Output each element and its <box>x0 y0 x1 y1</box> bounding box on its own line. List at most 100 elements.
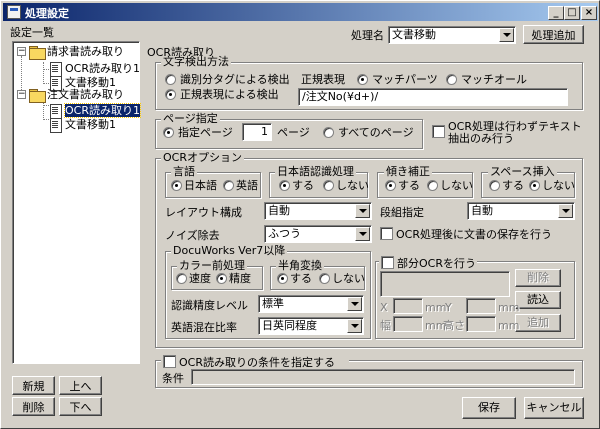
condition-label: 条件 <box>162 372 184 385</box>
english-label: 英語 <box>236 179 258 192</box>
space-do-label: する <box>502 179 524 192</box>
radio-half-dont[interactable] <box>319 273 330 284</box>
radio-space-do[interactable] <box>489 180 500 191</box>
width-label: 幅 <box>380 319 391 332</box>
collapse-toggle-2[interactable]: − <box>17 90 26 99</box>
process-name-select[interactable]: 文書移動 <box>388 26 516 44</box>
condition-checkbox[interactable] <box>163 355 176 368</box>
language-label: 言語 <box>171 165 197 178</box>
down-button[interactable]: 下へ <box>59 397 102 416</box>
radio-jpn-do[interactable] <box>279 180 290 191</box>
text-detect-group-label: 文字検出方法 <box>161 55 231 68</box>
page-group-label: ページ指定 <box>161 112 220 125</box>
tree-node-order[interactable]: 注文書読み取り <box>47 88 124 101</box>
noise-select[interactable]: ふつう <box>264 225 372 243</box>
maximize-button[interactable]: □ <box>564 6 580 20</box>
x-label: X <box>380 301 388 314</box>
chevron-down-icon[interactable] <box>355 227 370 241</box>
jpn-do-label: する <box>292 179 314 192</box>
regex-input[interactable]: /注文No(¥d+)/ <box>298 88 568 106</box>
chevron-down-icon[interactable] <box>499 28 514 42</box>
document-icon <box>47 118 63 133</box>
tilt-label: 傾き補正 <box>384 165 432 178</box>
japanese-label: 日本語 <box>184 179 217 192</box>
radio-regex-detect[interactable] <box>165 89 176 100</box>
chevron-down-icon[interactable] <box>347 297 362 311</box>
english-ratio-select[interactable]: 日英同程度 <box>258 317 364 335</box>
match-all-label: マッチオール <box>461 73 527 86</box>
chevron-down-icon[interactable] <box>355 204 370 218</box>
save-after-ocr-label: OCR処理後に文書の保存を行う <box>396 228 552 241</box>
jpn-dont-label: しない <box>336 179 369 192</box>
radio-tilt-do[interactable] <box>385 180 396 191</box>
radio-half-do[interactable] <box>277 273 288 284</box>
english-ratio-label: 英語混在比率 <box>171 321 237 334</box>
partial-ocr-list[interactable] <box>380 271 510 297</box>
cancel-button[interactable]: キャンセル <box>524 397 584 419</box>
partial-read-button[interactable]: 読込 <box>515 291 561 309</box>
chevron-down-icon[interactable] <box>558 204 573 218</box>
page-unit-label: ページ <box>277 126 310 139</box>
up-button[interactable]: 上へ <box>59 376 102 395</box>
layout-select[interactable]: 自動 <box>264 202 372 220</box>
collapse-toggle-1[interactable]: − <box>17 47 26 56</box>
partial-add-button[interactable]: 追加 <box>515 314 561 332</box>
settings-tree[interactable]: − 請求書読み取り OCR読み取り1 文書移動1 − 注文書読み取り OCR読み… <box>12 41 141 364</box>
separator-detect-label: 識別分タグによる検出 <box>180 73 290 86</box>
condition-input[interactable] <box>191 369 575 385</box>
text-only-label: OCR処理は行わずテキスト抽出のみ行う <box>448 120 582 145</box>
page-number-input[interactable]: 1 <box>242 123 272 141</box>
tree-node-invoice[interactable]: 請求書読み取り <box>47 45 124 58</box>
column-value: 自動 <box>471 204 493 217</box>
title-bar[interactable]: 処理設定 _ □ × <box>3 3 598 21</box>
condition-check-label: OCR読み取りの条件を指定する <box>179 356 335 369</box>
tilt-do-label: する <box>398 179 420 192</box>
radio-japanese[interactable] <box>171 180 182 191</box>
radio-match-parts[interactable] <box>357 74 368 85</box>
width-input[interactable] <box>393 316 423 332</box>
x-input[interactable] <box>393 298 423 314</box>
partial-delete-button[interactable]: 削除 <box>515 269 561 287</box>
partial-ocr-checkbox[interactable] <box>381 256 394 269</box>
save-button[interactable]: 保存 <box>462 397 516 419</box>
settings-window: 処理設定 _ □ × 設定一覧 − 請求書読み取り OCR読み取り1 文書移動1… <box>0 0 600 429</box>
partial-ocr-label: 部分OCRを行う <box>397 257 476 270</box>
radio-color-speed[interactable] <box>176 273 187 284</box>
tree-node-invoice-ocr[interactable]: OCR読み取り1 <box>65 62 140 75</box>
radio-space-dont[interactable] <box>529 180 540 191</box>
y-label: Y <box>445 301 452 314</box>
settings-list-heading: 設定一覧 <box>10 26 54 39</box>
radio-all-pages[interactable] <box>323 127 334 138</box>
new-button[interactable]: 新規 <box>12 376 55 395</box>
radio-english[interactable] <box>223 180 234 191</box>
text-only-checkbox[interactable] <box>432 125 445 138</box>
tree-node-order-ocr-selected[interactable]: OCR読み取り1 <box>64 103 141 118</box>
radio-tilt-dont[interactable] <box>427 180 438 191</box>
radio-specified-page[interactable] <box>163 127 174 138</box>
all-pages-label: すべてのページ <box>338 126 414 139</box>
delete-button[interactable]: 削除 <box>12 397 55 416</box>
minimize-button[interactable]: _ <box>548 6 564 20</box>
close-button[interactable]: × <box>581 6 597 20</box>
half-dont-label: しない <box>332 272 365 285</box>
accuracy-level-select[interactable]: 標準 <box>258 295 364 313</box>
column-select[interactable]: 自動 <box>467 202 575 220</box>
height-input[interactable] <box>466 316 496 332</box>
radio-jpn-dont[interactable] <box>323 180 334 191</box>
english-ratio-value: 日英同程度 <box>262 319 317 332</box>
y-input[interactable] <box>466 298 496 314</box>
height-unit-label: mm <box>498 319 520 332</box>
column-label: 段組指定 <box>380 206 424 219</box>
add-process-button[interactable]: 処理追加 <box>523 25 584 44</box>
radio-match-all[interactable] <box>446 74 457 85</box>
radio-separator-detect[interactable] <box>165 74 176 85</box>
chevron-down-icon[interactable] <box>347 319 362 333</box>
noise-value: ふつう <box>268 227 301 240</box>
radio-color-accuracy[interactable] <box>216 273 227 284</box>
jpn-recognition-label: 日本語認識処理 <box>275 165 356 178</box>
tree-node-order-move[interactable]: 文書移動1 <box>65 118 116 131</box>
x-unit-label: mm <box>425 301 447 314</box>
save-after-ocr-checkbox[interactable] <box>380 227 393 240</box>
docuworks-label: DocuWorks Ver7以降 <box>171 244 288 257</box>
y-unit-label: mm <box>498 301 520 314</box>
